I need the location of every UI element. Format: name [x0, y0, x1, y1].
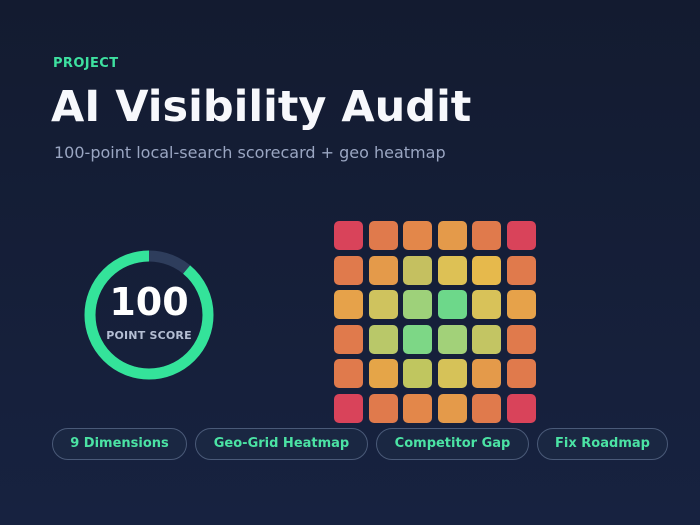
- score-value: 100: [109, 280, 189, 324]
- tag-geo-grid-heatmap[interactable]: Geo-Grid Heatmap: [195, 428, 368, 460]
- heatmap-cell-r5-c6: [507, 359, 536, 388]
- heatmap-cell-r5-c3: [403, 359, 432, 388]
- tag-competitor-gap[interactable]: Competitor Gap: [376, 428, 529, 460]
- heatmap-cell-r6-c4: [438, 394, 467, 423]
- heatmap-cell-r5-c4: [438, 359, 467, 388]
- tag-9-dimensions[interactable]: 9 Dimensions: [52, 428, 187, 460]
- heatmap-cell-r2-c1: [334, 256, 363, 285]
- heatmap-cell-r3-c1: [334, 290, 363, 319]
- score-label: POINT SCORE: [106, 329, 192, 342]
- tag-fix-roadmap[interactable]: Fix Roadmap: [537, 428, 668, 460]
- heatmap-cell-r2-c2: [369, 256, 398, 285]
- heatmap-cell-r4-c3: [403, 325, 432, 354]
- heatmap-cell-r1-c1: [334, 221, 363, 250]
- heatmap-cell-r2-c5: [472, 256, 501, 285]
- heatmap-cell-r3-c4: [438, 290, 467, 319]
- heatmap-cell-r6-c1: [334, 394, 363, 423]
- heatmap-cell-r1-c3: [403, 221, 432, 250]
- heatmap-cell-r4-c5: [472, 325, 501, 354]
- heatmap-cell-r6-c5: [472, 394, 501, 423]
- heatmap-cell-r4-c4: [438, 325, 467, 354]
- heatmap-cell-r5-c1: [334, 359, 363, 388]
- heatmap-cell-r3-c2: [369, 290, 398, 319]
- heatmap-cell-r2-c4: [438, 256, 467, 285]
- heatmap-cell-r3-c5: [472, 290, 501, 319]
- heatmap-cell-r1-c5: [472, 221, 501, 250]
- project-kicker: PROJECT: [53, 56, 119, 71]
- heatmap-cell-r1-c6: [507, 221, 536, 250]
- page-title: AI Visibility Audit: [51, 82, 472, 132]
- heatmap-cell-r5-c2: [369, 359, 398, 388]
- heatmap-cell-r2-c6: [507, 256, 536, 285]
- page-subtitle: 100-point local-search scorecard + geo h…: [54, 143, 446, 162]
- heatmap-cell-r6-c3: [403, 394, 432, 423]
- heatmap-cell-r3-c3: [403, 290, 432, 319]
- heatmap-cell-r4-c1: [334, 325, 363, 354]
- heatmap-cell-r4-c6: [507, 325, 536, 354]
- heatmap-cell-r1-c4: [438, 221, 467, 250]
- score-ring: 100 POINT SCORE: [80, 246, 218, 384]
- heatmap-cell-r6-c6: [507, 394, 536, 423]
- geo-heatmap: [334, 221, 536, 423]
- heatmap-cell-r3-c6: [507, 290, 536, 319]
- heatmap-cell-r4-c2: [369, 325, 398, 354]
- heatmap-cell-r5-c5: [472, 359, 501, 388]
- heatmap-cell-r6-c2: [369, 394, 398, 423]
- heatmap-cell-r2-c3: [403, 256, 432, 285]
- heatmap-cell-r1-c2: [369, 221, 398, 250]
